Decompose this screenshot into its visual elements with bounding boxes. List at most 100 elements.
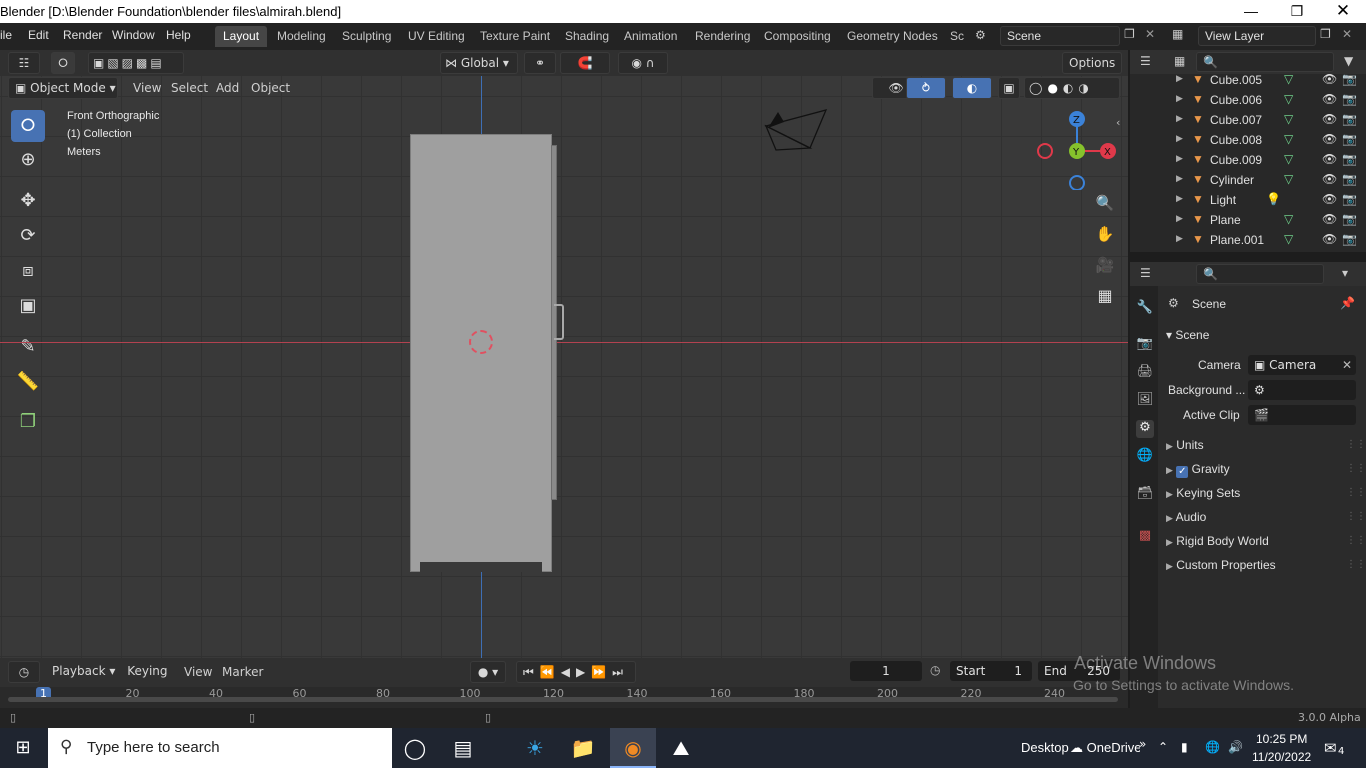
subpanel-header[interactable]: ▶ Keying Sets (1166, 486, 1240, 500)
timeline-view-menu[interactable]: View (184, 665, 212, 679)
mesh-data-icon[interactable]: ▽ (1284, 232, 1293, 246)
playback-controls[interactable]: ⏮⏪◀▶⏩⏭ (516, 661, 636, 683)
cursor-tool-icon[interactable]: ⊕ (11, 144, 45, 176)
selection-mode-icons[interactable]: ▣▧▨▩▤ (88, 52, 184, 74)
mesh-data-icon[interactable]: ▽ (1284, 72, 1293, 86)
expand-icon[interactable]: ▶ (1166, 465, 1173, 475)
scene-tab-icon[interactable]: ⚙ (1136, 420, 1154, 438)
scale-tool-icon[interactable]: ⧈ (11, 255, 45, 287)
drag-handle-icon[interactable]: ⋮⋮ (1346, 487, 1366, 498)
drag-handle-icon[interactable]: ⋮⋮ (1346, 439, 1366, 450)
expand-icon[interactable]: ▶ (1176, 73, 1183, 84)
eye-icon[interactable]: 👁 (1322, 92, 1337, 106)
clock-date[interactable]: 11/20/2022 (1252, 750, 1311, 764)
texture-tab-icon[interactable]: ▩ (1136, 528, 1154, 546)
expand-icon[interactable]: ▶ (1176, 193, 1183, 204)
properties-search-input[interactable]: 🔍 (1196, 264, 1324, 284)
transform-tool-icon[interactable]: ▣ (11, 290, 45, 322)
collection-tab-icon[interactable]: 🗃 (1136, 486, 1154, 504)
outliner-item-name[interactable]: Cube.005 (1210, 73, 1262, 87)
drag-handle-icon[interactable]: ⋮⋮ (1346, 463, 1366, 474)
taskbar-search-input[interactable]: ⚲ Type here to search (48, 728, 392, 768)
toolbar-chevron-icon[interactable]: » (1139, 737, 1146, 751)
edge-icon[interactable]: ☀ (512, 728, 558, 768)
copy-view-layer-icon[interactable]: ❐ (1320, 27, 1331, 41)
render-camera-icon[interactable]: 📷 (1342, 132, 1357, 146)
tab-compositing[interactable]: Compositing (756, 26, 839, 47)
desktop-label[interactable]: Desktop (1021, 740, 1069, 755)
render-camera-icon[interactable]: 📷 (1342, 152, 1357, 166)
tab-geometry-nodes[interactable]: Geometry Nodes (839, 26, 946, 47)
outliner-row[interactable]: ▶ ▼ Cube.006 ▽ 👁 📷 (1130, 91, 1366, 111)
light-data-icon[interactable]: 💡 (1266, 192, 1281, 206)
mesh-data-icon[interactable]: ▽ (1284, 92, 1293, 106)
expand-icon[interactable]: ▶ (1176, 213, 1183, 224)
mesh-data-icon[interactable]: ▽ (1284, 152, 1293, 166)
eye-icon[interactable]: 👁 (1322, 232, 1337, 246)
subpanel-header[interactable]: ▶ ✓ Gravity (1166, 462, 1230, 478)
background-field[interactable]: ⚙ (1248, 380, 1356, 400)
overlays-toggle-icon[interactable]: ◐ (952, 77, 992, 99)
tab-modeling[interactable]: Modeling (269, 26, 334, 47)
menu-render[interactable]: Render (63, 28, 102, 42)
tab-uv-editing[interactable]: UV Editing (400, 26, 473, 47)
pivot-icon[interactable]: ⚭ (524, 52, 556, 74)
proportional-edit-icon[interactable]: ◉ ∩ (618, 52, 668, 74)
filter-icon[interactable]: ▼ (1344, 54, 1353, 68)
copy-scene-icon[interactable]: ❐ (1124, 27, 1135, 41)
render-camera-icon[interactable]: 📷 (1342, 212, 1357, 226)
tab-sculpting[interactable]: Sculpting (334, 26, 399, 47)
battery-icon[interactable]: ▮ (1181, 740, 1188, 754)
maximize-icon[interactable]: ❐ (1274, 0, 1320, 23)
outliner-item-name[interactable]: Cube.009 (1210, 153, 1262, 167)
expand-icon[interactable]: ▶ (1176, 133, 1183, 144)
start-frame-field[interactable]: Start 1 (950, 661, 1032, 681)
select-tool-icon[interactable]: ⭘ (11, 110, 45, 142)
expand-icon[interactable]: ▶ (1176, 93, 1183, 104)
outliner-item-name[interactable]: Cube.006 (1210, 93, 1262, 107)
subpanel-header[interactable]: ▶ Custom Properties (1166, 558, 1276, 572)
select-box-icon[interactable]: ⭘ (51, 52, 75, 74)
outliner-row[interactable]: ▶ ▼ Cylinder ▽ 👁 📷 (1130, 171, 1366, 191)
snap-icon[interactable]: 🧲 (560, 52, 610, 74)
xray-icon[interactable]: ▣ (998, 77, 1020, 99)
render-camera-icon[interactable]: 📷 (1342, 172, 1357, 186)
expand-icon[interactable]: ▶ (1166, 489, 1173, 499)
scene-panel-header[interactable]: ▾ Scene (1166, 328, 1209, 342)
tab-shading[interactable]: Shading (557, 26, 617, 47)
mode-dropdown[interactable]: ▣ Object Mode ▾ (8, 77, 118, 99)
outliner-row[interactable]: ▶ ▼ Cube.008 ▽ 👁 📷 (1130, 131, 1366, 151)
playback-menu[interactable]: Playback ▾ Keying ▾ (44, 661, 172, 698)
add-cube-tool-icon[interactable]: ❐ (11, 406, 45, 438)
minimize-icon[interactable]: — (1228, 0, 1274, 23)
eye-icon[interactable]: 👁 (1322, 132, 1337, 146)
render-camera-icon[interactable]: 📷 (1342, 72, 1357, 86)
outliner-row[interactable]: ▶ ▼ Cube.007 ▽ 👁 📷 (1130, 111, 1366, 131)
view-layer-tab-icon[interactable]: 🖼 (1136, 392, 1154, 410)
eye-icon[interactable]: 👁 (1322, 212, 1337, 226)
properties-editor-icon[interactable]: ☰ (1140, 266, 1151, 280)
camera-object-icon[interactable] (762, 106, 832, 154)
camera-field[interactable]: ▣ Camera ✕ (1248, 355, 1356, 375)
mesh-data-icon[interactable]: ▽ (1284, 172, 1293, 186)
notifications-icon[interactable]: ✉ (1324, 739, 1337, 757)
eye-icon[interactable]: 👁 (1322, 152, 1337, 166)
outliner-item-name[interactable]: Cube.007 (1210, 113, 1262, 127)
expand-icon[interactable]: ▶ (1166, 441, 1173, 451)
mesh-data-icon[interactable]: ▽ (1284, 132, 1293, 146)
rotate-tool-icon[interactable]: ⟳ (11, 220, 45, 252)
outliner-row[interactable]: ▶ ▼ Plane.001 ▽ 👁 📷 (1130, 231, 1366, 251)
current-frame-field[interactable]: 1 (850, 661, 922, 681)
transform-orientation[interactable]: ⋈ Global ▾ (440, 52, 518, 74)
cortana-icon[interactable]: ◯ (392, 728, 438, 768)
drag-handle-icon[interactable]: ⋮⋮ (1346, 559, 1366, 570)
drag-handle-icon[interactable]: ⋮⋮ (1346, 511, 1366, 522)
render-camera-icon[interactable]: 📷 (1342, 232, 1357, 246)
eye-icon[interactable]: 👁 (1322, 192, 1337, 206)
marker-menu[interactable]: Marker (222, 665, 263, 679)
mesh-data-icon[interactable]: ▽ (1284, 112, 1293, 126)
tray-arrow-icon[interactable]: ⌃ (1158, 740, 1168, 754)
gizmo-toggle-icon[interactable]: ⥁ (906, 77, 946, 99)
camera-view-icon[interactable]: 🎥 (1094, 256, 1116, 278)
display-mode-icon[interactable]: ▦ (1174, 54, 1185, 68)
